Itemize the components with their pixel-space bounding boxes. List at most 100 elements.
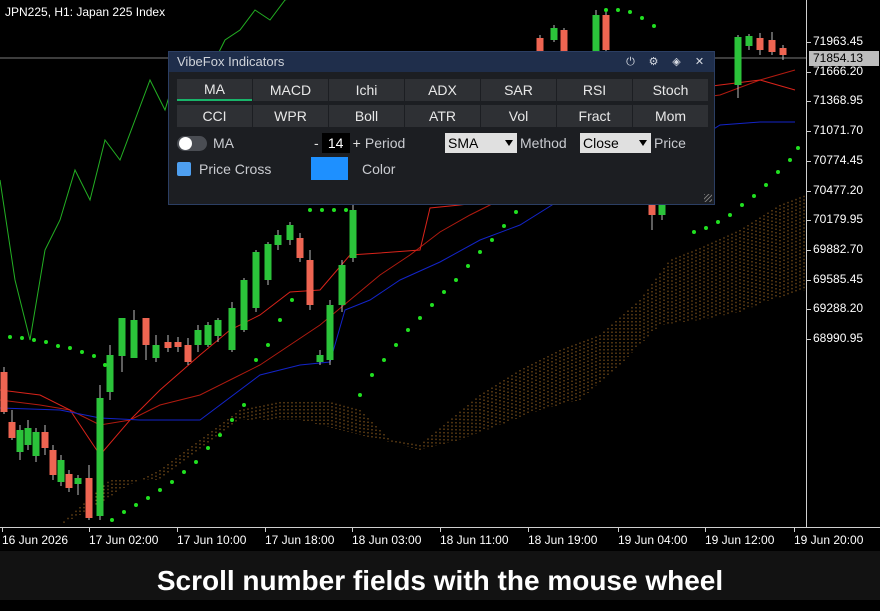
tab-adx[interactable]: ADX (405, 79, 480, 101)
price-label: 68990.95 (813, 331, 864, 346)
price-scale[interactable]: 71963.45 71666.20 71368.95 71071.70 70774.45… (806, 0, 880, 527)
candle-body (316, 355, 324, 362)
time-label: 17 Jun 18:00 (265, 533, 335, 547)
candle-body (286, 225, 294, 240)
psar-dot (704, 226, 708, 230)
psar-dot (110, 518, 114, 522)
indicators-panel[interactable]: VibeFox Indicators ⏻ ⚙ ◈ ✕ MA MACD Ichi ADX… (168, 51, 715, 205)
indicator-tabs: MA MACD Ichi ADX SAR RSI Stoch CCI WPR Boll ATR Vol… (177, 79, 708, 127)
time-tick (177, 528, 178, 532)
resize-grip-icon[interactable] (704, 194, 712, 202)
psar-dot (134, 503, 138, 507)
psar-dot (430, 303, 434, 307)
psar-dot (382, 358, 386, 362)
price-cross-checkbox[interactable] (177, 162, 191, 176)
price-control: Close Price (580, 133, 686, 153)
price-label: 69882.70 (813, 242, 864, 257)
method-value: SMA (448, 135, 479, 151)
tab-ichi[interactable]: Ichi (329, 79, 404, 101)
candle-body (57, 460, 65, 482)
price-select[interactable]: Close (580, 133, 651, 153)
psar-dot (490, 238, 494, 242)
price-tick (807, 220, 811, 222)
tab-boll[interactable]: Boll (329, 105, 404, 127)
tab-sar[interactable]: SAR (481, 79, 556, 101)
price-label: 71368.95 (813, 93, 864, 108)
time-scale[interactable]: 16 Jun 2026 17 Jun 02:00 17 Jun 10:00 17 Ju… (0, 527, 880, 551)
toggle-knob (179, 136, 192, 150)
period-increment-button[interactable]: + (350, 135, 364, 151)
psar-dot (254, 358, 258, 362)
current-price-label: 71854.13 (809, 51, 879, 66)
candle-body (264, 244, 272, 280)
time-tick (440, 528, 441, 532)
tab-fract[interactable]: Fract (557, 105, 632, 127)
candle-body (106, 355, 114, 392)
tab-stoch[interactable]: Stoch (633, 79, 708, 101)
tab-vol[interactable]: Vol (481, 105, 556, 127)
time-label: 18 Jun 19:00 (528, 533, 598, 547)
candle-body (74, 478, 82, 484)
psar-dot (788, 158, 792, 162)
psar-dot (652, 24, 656, 28)
price-tick (807, 160, 811, 162)
candle-body (194, 330, 202, 345)
candle-body (779, 48, 787, 55)
caption-text: Scroll number fields with the mouse whee… (0, 551, 880, 600)
price-label: 70477.20 (813, 182, 864, 197)
psar-dot (394, 343, 398, 347)
color-swatch[interactable] (311, 157, 348, 180)
psar-dot (640, 16, 644, 20)
tab-wpr[interactable]: WPR (253, 105, 328, 127)
close-icon[interactable]: ✕ (693, 52, 706, 72)
psar-dot (344, 208, 348, 212)
psar-dot (170, 480, 174, 484)
tab-cci[interactable]: CCI (177, 105, 252, 127)
period-control: - 14 + Period (311, 133, 405, 153)
candle-body (602, 15, 610, 50)
candle-body (240, 280, 248, 330)
psar-dot (158, 488, 162, 492)
price-tick (807, 339, 811, 341)
candle-body (338, 265, 346, 305)
psar-dot (752, 194, 756, 198)
price-cross-label: Price Cross (199, 161, 272, 177)
power-icon[interactable]: ⏻ (624, 52, 637, 72)
tab-mom[interactable]: Mom (633, 105, 708, 127)
diamond-icon[interactable]: ◈ (670, 52, 683, 72)
psar-dot (103, 363, 107, 367)
time-tick (794, 528, 795, 532)
psar-dot (692, 230, 696, 234)
panel-header[interactable]: VibeFox Indicators ⏻ ⚙ ◈ ✕ (169, 52, 714, 72)
psar-dot (20, 336, 24, 340)
psar-dot (616, 8, 620, 12)
candle-body (745, 36, 753, 46)
time-label: 18 Jun 11:00 (440, 533, 509, 547)
psar-dot (266, 343, 270, 347)
time-tick (705, 528, 706, 532)
symbol-title: JPN225, H1: Japan 225 Index (5, 5, 166, 19)
candle-body (65, 474, 73, 488)
time-label: 17 Jun 02:00 (89, 533, 159, 547)
price-value: Close (583, 135, 619, 151)
ma-toggle[interactable] (177, 135, 207, 151)
tab-rsi[interactable]: RSI (557, 79, 632, 101)
panel-title: VibeFox Indicators (177, 54, 285, 69)
gear-icon[interactable]: ⚙ (647, 52, 660, 72)
time-tick (2, 528, 3, 532)
psar-dot (740, 203, 744, 207)
method-select[interactable]: SMA (445, 133, 517, 153)
price-tick (807, 42, 811, 43)
tab-macd[interactable]: MACD (253, 79, 328, 101)
tab-ma[interactable]: MA (177, 79, 252, 101)
candle-body (648, 205, 656, 215)
price-label: 70774.45 (813, 152, 864, 167)
candle-body (274, 235, 282, 245)
psar-dot (604, 8, 608, 12)
period-input[interactable]: 14 (321, 133, 350, 153)
candle-body (592, 15, 600, 52)
tab-atr[interactable]: ATR (405, 105, 480, 127)
method-label: Method (520, 135, 567, 151)
time-label: 18 Jun 03:00 (352, 533, 422, 547)
period-decrement-button[interactable]: - (311, 135, 322, 151)
